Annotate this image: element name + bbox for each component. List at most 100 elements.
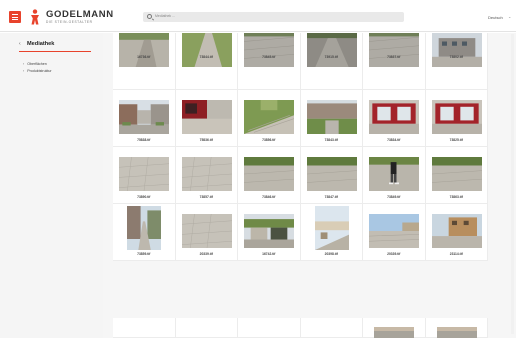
media-thumbnail[interactable] xyxy=(431,100,482,134)
chevron-down-icon[interactable]: ⌄ xyxy=(508,14,511,19)
media-thumbnail[interactable] xyxy=(369,100,420,134)
media-thumbnail[interactable] xyxy=(431,214,482,248)
media-tile[interactable]: 20398.tif xyxy=(300,204,363,261)
media-thumbnail[interactable] xyxy=(181,33,232,67)
media-filename: 73863.tif xyxy=(449,195,463,199)
media-filename: 73834.tif xyxy=(387,138,401,142)
media-grid: 16736.tif 73844.tif 73845.tif 73915.tif 7383… xyxy=(113,33,489,338)
sidebar: ‹ Mediathek › Oberflächen › Produktstruktu… xyxy=(0,33,103,338)
media-filename: 73843.tif xyxy=(324,138,338,142)
media-thumbnail[interactable] xyxy=(306,33,357,67)
media-filename: 73859.tif xyxy=(137,252,151,256)
media-tile[interactable] xyxy=(425,318,488,338)
brand-tagline: DIE STEIN-GESTALTER xyxy=(46,20,93,24)
hamburger-menu-icon[interactable] xyxy=(9,11,21,23)
media-thumbnail[interactable] xyxy=(119,100,170,134)
media-tile[interactable]: 73837.tif xyxy=(363,33,426,90)
media-tile[interactable]: 73857.tif xyxy=(175,147,238,204)
media-tile[interactable]: 73915.tif xyxy=(300,33,363,90)
media-thumbnail[interactable] xyxy=(369,214,420,248)
chevron-right-icon: › xyxy=(23,62,25,66)
media-tile[interactable]: 73834.tif xyxy=(363,90,426,147)
brand-name[interactable]: GODELMANN xyxy=(46,9,114,20)
media-thumbnail[interactable] xyxy=(127,206,162,250)
sidebar-item-label: Produktstruktur xyxy=(27,69,52,73)
media-filename: 20398.tif xyxy=(324,252,338,256)
media-thumbnail[interactable] xyxy=(181,214,232,248)
media-thumbnail[interactable] xyxy=(314,206,349,250)
search-input[interactable]: Mediathek ... xyxy=(143,12,404,22)
media-thumbnail[interactable] xyxy=(306,157,357,191)
media-filename: 73847.tif xyxy=(324,195,338,199)
media-tile[interactable]: 73863.tif xyxy=(425,147,488,204)
media-thumbnail[interactable] xyxy=(369,33,420,67)
media-tile[interactable]: 73802.tif xyxy=(425,33,488,90)
media-tile[interactable]: 73856.tif xyxy=(238,90,301,147)
media-tile[interactable] xyxy=(300,318,363,338)
sidebar-divider xyxy=(19,51,91,52)
media-thumbnail[interactable] xyxy=(431,157,482,191)
language-selector[interactable]: Deutsch xyxy=(488,15,503,20)
media-thumbnail[interactable] xyxy=(244,33,295,67)
media-tile[interactable]: 73890.tif xyxy=(113,147,176,204)
media-library: Zuletzt geändert ↓|25 ⌄ Dateikategorie ⌄… xyxy=(103,33,516,338)
chevron-right-icon: › xyxy=(23,69,25,73)
media-tile[interactable]: 73825.tif xyxy=(425,90,488,147)
media-thumbnail[interactable] xyxy=(244,100,295,134)
media-thumbnail[interactable] xyxy=(431,33,482,67)
media-tile[interactable] xyxy=(238,318,301,338)
chevron-left-icon[interactable]: ‹ xyxy=(19,41,21,47)
media-filename: 75836.tif xyxy=(199,138,213,142)
media-tile[interactable]: 73845.tif xyxy=(238,33,301,90)
sidebar-item-oberflaechen[interactable]: › Oberflächen xyxy=(23,62,47,66)
search-placeholder: Mediathek ... xyxy=(155,14,176,18)
media-tile[interactable]: 73846.tif xyxy=(238,147,301,204)
sidebar-title[interactable]: Mediathek xyxy=(27,41,54,47)
media-tile[interactable] xyxy=(175,318,238,338)
media-filename: 73837.tif xyxy=(387,55,401,59)
media-filename: 73849.tif xyxy=(387,195,401,199)
media-thumbnail[interactable] xyxy=(306,100,357,134)
media-thumbnail[interactable] xyxy=(369,157,420,191)
media-tile[interactable]: 73849.tif xyxy=(363,147,426,204)
media-tile[interactable]: 75836.tif xyxy=(175,90,238,147)
media-filename: 75838.tif xyxy=(137,138,151,142)
media-filename: 20339.tif xyxy=(387,252,401,256)
media-filename: 73915.tif xyxy=(324,55,338,59)
media-tile[interactable]: 23114.tif xyxy=(425,204,488,261)
media-tile[interactable]: 73843.tif xyxy=(300,90,363,147)
media-thumbnail[interactable] xyxy=(181,157,232,191)
media-filename: 16742.tif xyxy=(262,252,276,256)
media-tile[interactable]: 16742.tif xyxy=(238,204,301,261)
media-thumbnail[interactable] xyxy=(181,100,232,134)
media-thumbnail[interactable] xyxy=(119,157,170,191)
scrollbar[interactable] xyxy=(511,34,514,334)
media-filename: 73845.tif xyxy=(262,55,276,59)
sidebar-item-label: Oberflächen xyxy=(27,62,47,66)
media-filename: 73846.tif xyxy=(262,195,276,199)
media-filename: 20339.tif xyxy=(199,252,213,256)
media-filename: 73857.tif xyxy=(199,195,213,199)
media-thumbnail[interactable] xyxy=(436,326,477,338)
media-tile[interactable]: 20339.tif xyxy=(175,204,238,261)
media-tile[interactable] xyxy=(363,318,426,338)
media-filename: 73825.tif xyxy=(449,138,463,142)
media-filename: 23114.tif xyxy=(449,252,463,256)
media-filename: 73856.tif xyxy=(262,138,276,142)
media-thumbnail[interactable] xyxy=(244,214,295,248)
sidebar-item-produktstruktur[interactable]: › Produktstruktur xyxy=(23,69,52,73)
media-tile[interactable]: 73844.tif xyxy=(175,33,238,90)
media-tile[interactable]: 75838.tif xyxy=(113,90,176,147)
media-filename: 73890.tif xyxy=(137,195,151,199)
media-tile[interactable]: 73859.tif xyxy=(113,204,176,261)
godelmann-logo-icon[interactable] xyxy=(28,9,42,25)
media-thumbnail[interactable] xyxy=(374,326,414,338)
media-thumbnail[interactable] xyxy=(244,157,295,191)
media-filename: 73844.tif xyxy=(199,55,213,59)
media-tile[interactable]: 73847.tif xyxy=(300,147,363,204)
media-filename: 16736.tif xyxy=(137,55,151,59)
media-tile[interactable]: 20339.tif xyxy=(363,204,426,261)
media-tile[interactable] xyxy=(113,318,176,338)
media-tile[interactable]: 16736.tif xyxy=(113,33,176,90)
media-thumbnail[interactable] xyxy=(119,33,170,67)
